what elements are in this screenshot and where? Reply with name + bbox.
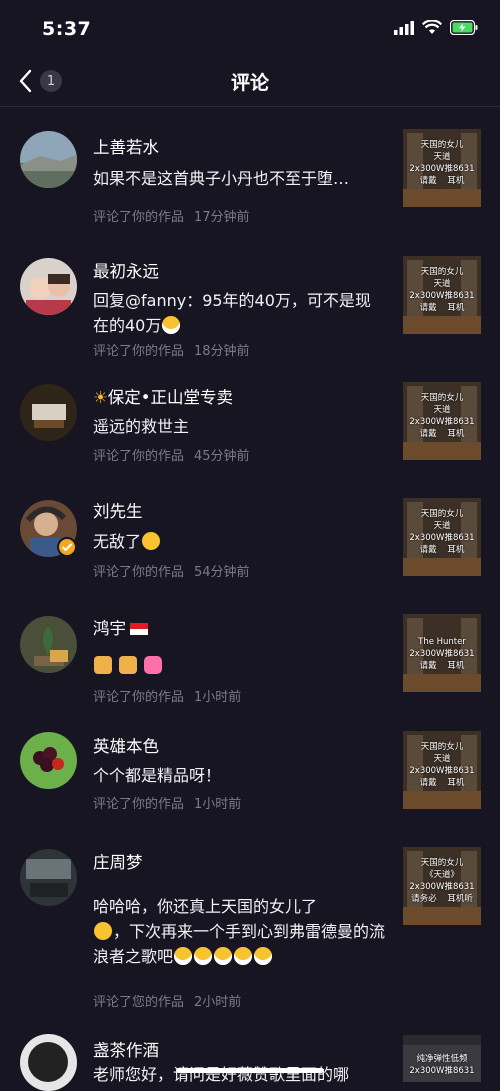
video-thumbnail[interactable]: 天国的女儿 天道 2x300W推8631 请戴 耳机 xyxy=(403,256,481,334)
comment-text: 回复@fanny：95年的40万，可不是现在的40万 xyxy=(93,291,371,335)
grin-emoji-icon xyxy=(162,316,181,334)
wifi-icon xyxy=(422,20,442,34)
grin-emoji-icon xyxy=(214,947,233,965)
thumbs-up-emoji-icon xyxy=(119,656,138,674)
comment-time: 17分钟前 xyxy=(194,210,250,225)
comment-action: 评论了您的作品 xyxy=(93,995,185,1010)
page-title: 评论 xyxy=(230,72,269,94)
laughing-emoji-icon xyxy=(94,922,112,940)
nav-bar: 1 评论 xyxy=(0,56,500,107)
comment-text: 遥远的救世主 xyxy=(93,417,190,436)
heart-sticker-emoji-icon xyxy=(144,656,163,674)
video-thumbnail[interactable]: 天国的女儿 天道 2x300W推8631 请戴 耳机 xyxy=(403,731,481,809)
sun-icon: ☀ xyxy=(93,388,108,407)
comment-meta: 评论了你的作品 54分钟前 xyxy=(93,561,250,580)
cellular-signal-icon xyxy=(394,20,414,35)
comment-meta: 评论了你的作品 1小时前 xyxy=(93,686,241,705)
flag-icon xyxy=(130,623,148,635)
status-time: 5:37 xyxy=(42,18,92,40)
thumbnail-caption: The Hunter 2x300W推8631 请戴 耳机 xyxy=(409,637,475,671)
comment-time: 45分钟前 xyxy=(194,449,250,464)
avatar[interactable] xyxy=(20,616,77,673)
home-indicator xyxy=(176,1068,324,1073)
comment-action: 评论了你的作品 xyxy=(93,797,185,812)
username[interactable]: 刘先生 xyxy=(93,498,143,522)
battery-charging-icon xyxy=(450,20,478,35)
username[interactable]: 英雄本色 xyxy=(93,733,159,757)
laughing-emoji-icon xyxy=(142,532,161,550)
thumbnail-caption: 天国的女儿 《天道》 2x300W推8631 请务必 耳机听 xyxy=(409,858,475,904)
thumbnail-caption: 天国的女儿 天道 2x300W推8631 请戴 耳机 xyxy=(409,140,475,186)
comment-time: 1小时前 xyxy=(194,797,242,812)
comment-time: 1小时前 xyxy=(194,690,242,705)
grin-emoji-icon xyxy=(194,947,213,965)
comment-meta: 评论了你的作品 18分钟前 xyxy=(93,340,250,359)
comment-action: 评论了你的作品 xyxy=(93,449,185,464)
avatar[interactable] xyxy=(20,849,77,906)
thumbnail-caption: 天国的女儿 天道 2x300W推8631 请戴 耳机 xyxy=(409,393,475,439)
thumbnail-caption: 天国的女儿 天道 2x300W推8631 请戴 耳机 xyxy=(409,509,475,555)
username[interactable]: 上善若水 xyxy=(93,134,159,158)
comment-meta: 评论了你的作品 17分钟前 xyxy=(93,206,250,225)
video-thumbnail[interactable]: 天国的女儿 《天道》 2x300W推8631 请务必 耳机听 xyxy=(403,847,481,925)
video-thumbnail[interactable]: The Hunter 2x300W推8631 请戴 耳机 xyxy=(403,614,481,692)
video-thumbnail[interactable]: 天国的女儿 天道 2x300W推8631 请戴 耳机 xyxy=(403,382,481,460)
comment-time: 54分钟前 xyxy=(194,565,250,580)
comment-text: 个个都是精品呀！ xyxy=(93,766,222,785)
verified-badge-icon xyxy=(57,537,77,557)
avatar[interactable] xyxy=(20,500,77,557)
comment-action: 评论了你的作品 xyxy=(93,565,185,580)
comment-text: 哈哈哈，你还真上天国的女儿了 ，下次再来一个手到心到弗雷德曼的流浪者之歌吧 xyxy=(93,897,386,966)
avatar[interactable] xyxy=(20,131,77,188)
avatar[interactable] xyxy=(20,384,77,441)
comment-meta: 评论了您的作品 2小时前 xyxy=(93,991,241,1010)
comment-text: 老师您好，请问是好薇赞歌里面的哪 xyxy=(93,1065,350,1084)
username[interactable]: 庄周梦 xyxy=(93,849,143,873)
comment-action: 评论了你的作品 xyxy=(93,210,185,225)
video-thumbnail[interactable]: 天国的女儿 天道 2x300W推8631 请戴 耳机 xyxy=(403,129,481,207)
username[interactable]: 鸿宇 xyxy=(93,615,148,639)
grin-emoji-icon xyxy=(174,947,193,965)
comment-time: 18分钟前 xyxy=(194,344,250,359)
thumbs-up-emoji-icon xyxy=(94,656,112,674)
comment-time: 2小时前 xyxy=(194,995,242,1010)
comment-meta: 评论了你的作品 1小时前 xyxy=(93,793,241,812)
video-thumbnail[interactable]: 纯净弹性低频 2x300W推8631 xyxy=(403,1035,481,1082)
grin-emoji-icon xyxy=(254,947,273,965)
avatar[interactable] xyxy=(20,732,77,789)
thumbnail-caption: 纯净弹性低频 2x300W推8631 xyxy=(409,1054,475,1076)
video-thumbnail[interactable]: 天国的女儿 天道 2x300W推8631 请戴 耳机 xyxy=(403,498,481,576)
comment-text: 无敌了 xyxy=(93,529,385,554)
username[interactable]: 盏茶作酒 xyxy=(93,1037,159,1061)
status-bar: 5:37 xyxy=(0,0,500,56)
username[interactable]: ☀保定•正山堂专卖 xyxy=(93,384,233,408)
grin-emoji-icon xyxy=(234,947,253,965)
avatar[interactable] xyxy=(20,258,77,315)
comment-text: 如果不是这首典子小丹也不至于堕… xyxy=(93,169,350,188)
avatar[interactable] xyxy=(20,1034,77,1091)
thumbnail-caption: 天国的女儿 天道 2x300W推8631 请戴 耳机 xyxy=(409,742,475,788)
username[interactable]: 最初永远 xyxy=(93,258,159,282)
comment-text xyxy=(93,653,385,678)
thumbnail-caption: 天国的女儿 天道 2x300W推8631 请戴 耳机 xyxy=(409,267,475,313)
status-icons xyxy=(394,20,478,35)
comment-meta: 评论了你的作品 45分钟前 xyxy=(93,445,250,464)
comment-action: 评论了你的作品 xyxy=(93,344,185,359)
comment-action: 评论了你的作品 xyxy=(93,690,185,705)
